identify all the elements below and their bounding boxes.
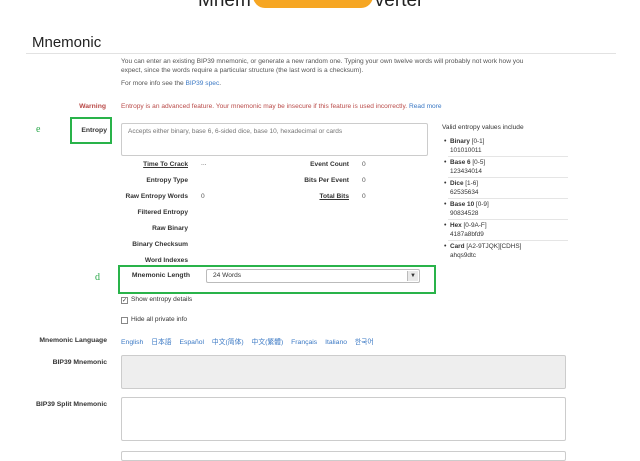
- lang-italian[interactable]: Italiano: [325, 339, 347, 346]
- filtered-entropy-label: Filtered Entropy: [137, 209, 188, 216]
- page-title: Mnem verter: [198, 0, 423, 12]
- title-highlight: [252, 0, 373, 8]
- warning-text: Entropy is an advanced feature. Your mne…: [121, 103, 408, 110]
- bip39-mnemonic-label: BIP39 Mnemonic: [52, 359, 107, 366]
- binary-checksum-label: Binary Checksum: [132, 241, 188, 248]
- lang-chinese-simplified[interactable]: 中文(简体): [212, 339, 244, 346]
- raw-entropy-words-value: 0: [201, 193, 205, 200]
- valid-entry-base10: • Base 10 [0-9] 90834528: [444, 201, 489, 217]
- valid-entropy-title: Valid entropy values include: [442, 124, 524, 131]
- total-bits-value: 0: [362, 193, 366, 200]
- valid-entry-binary: • Binary [0-1] 101010011: [444, 138, 485, 154]
- time-to-crack-value: ...: [201, 160, 207, 167]
- bip39-mnemonic-output[interactable]: [121, 355, 566, 389]
- bits-per-event-value: 0: [362, 177, 366, 184]
- raw-binary-label: Raw Binary: [152, 225, 188, 232]
- more-info: For more info see the BIP39 spec.: [121, 80, 222, 87]
- raw-entropy-words-label: Raw Entropy Words: [125, 193, 188, 200]
- mnemonic-length-value: 24 Words: [213, 272, 242, 279]
- mnemonic-length-select[interactable]: 24 Words ▼: [206, 269, 420, 283]
- valid-entry-card: • Card [A2-9TJQK][CDHS] ahqs9dtc: [444, 243, 522, 259]
- section-divider: [26, 53, 616, 54]
- mnemonic-language-label: Mnemonic Language: [39, 337, 107, 344]
- more-info-prefix: For more info see the: [121, 80, 184, 87]
- bip39-spec-link[interactable]: BIP39 spec: [186, 80, 220, 87]
- event-count-value: 0: [362, 161, 366, 168]
- word-indexes-label: Word Indexes: [144, 257, 188, 264]
- valid-entry-hex: • Hex [0-9A-F] 4187a8bfd9: [444, 222, 487, 238]
- hide-private-info-label: Hide all private info: [131, 316, 188, 323]
- valid-entry-dice: • Dice [1-6] 62535634: [444, 180, 479, 196]
- total-bits-label: Total Bits: [319, 193, 349, 200]
- page-title-left: Mnem: [198, 0, 251, 11]
- mnemonic-length-label: Mnemonic Length: [131, 272, 190, 279]
- bip39-split-mnemonic-output[interactable]: [121, 397, 566, 441]
- time-to-crack-label: Time To Crack: [143, 161, 188, 168]
- bip39-split-mnemonic-label: BIP39 Split Mnemonic: [35, 401, 107, 408]
- entropy-type-label: Entropy Type: [146, 177, 188, 184]
- page-title-right: verter: [374, 0, 424, 11]
- entropy-input[interactable]: [121, 123, 428, 156]
- section-title: Mnemonic: [32, 34, 102, 51]
- bits-per-event-label: Bits Per Event: [304, 177, 349, 184]
- warning-message: Entropy is an advanced feature. Your mne…: [121, 103, 442, 110]
- chevron-down-icon[interactable]: ▼: [407, 271, 418, 281]
- lang-japanese[interactable]: 日本語: [151, 339, 171, 346]
- lang-english[interactable]: English: [121, 339, 143, 346]
- lang-korean[interactable]: 한국어: [355, 339, 374, 346]
- language-links: English 日本語 Español 中文(简体) 中文(繁體) França…: [121, 336, 380, 346]
- next-field-input[interactable]: [121, 451, 566, 461]
- intro-text: You can enter an existing BIP39 mnemonic…: [121, 58, 524, 74]
- lang-chinese-traditional[interactable]: 中文(繁體): [252, 339, 284, 346]
- annotation-d: d: [95, 272, 100, 283]
- show-entropy-details-checkbox[interactable]: ✓: [121, 297, 128, 304]
- warning-label: Warning: [79, 103, 106, 110]
- event-count-label: Event Count: [310, 161, 349, 168]
- lang-spanish[interactable]: Español: [179, 339, 204, 346]
- read-more-link[interactable]: Read more: [409, 103, 442, 110]
- hide-private-info-checkbox[interactable]: [121, 317, 128, 324]
- valid-entry-base6: • Base 6 [0-5] 123434014: [444, 159, 486, 175]
- show-entropy-details-label: Show entropy details: [131, 296, 193, 303]
- entropy-label: Entropy: [81, 127, 107, 134]
- lang-french[interactable]: Français: [291, 339, 317, 346]
